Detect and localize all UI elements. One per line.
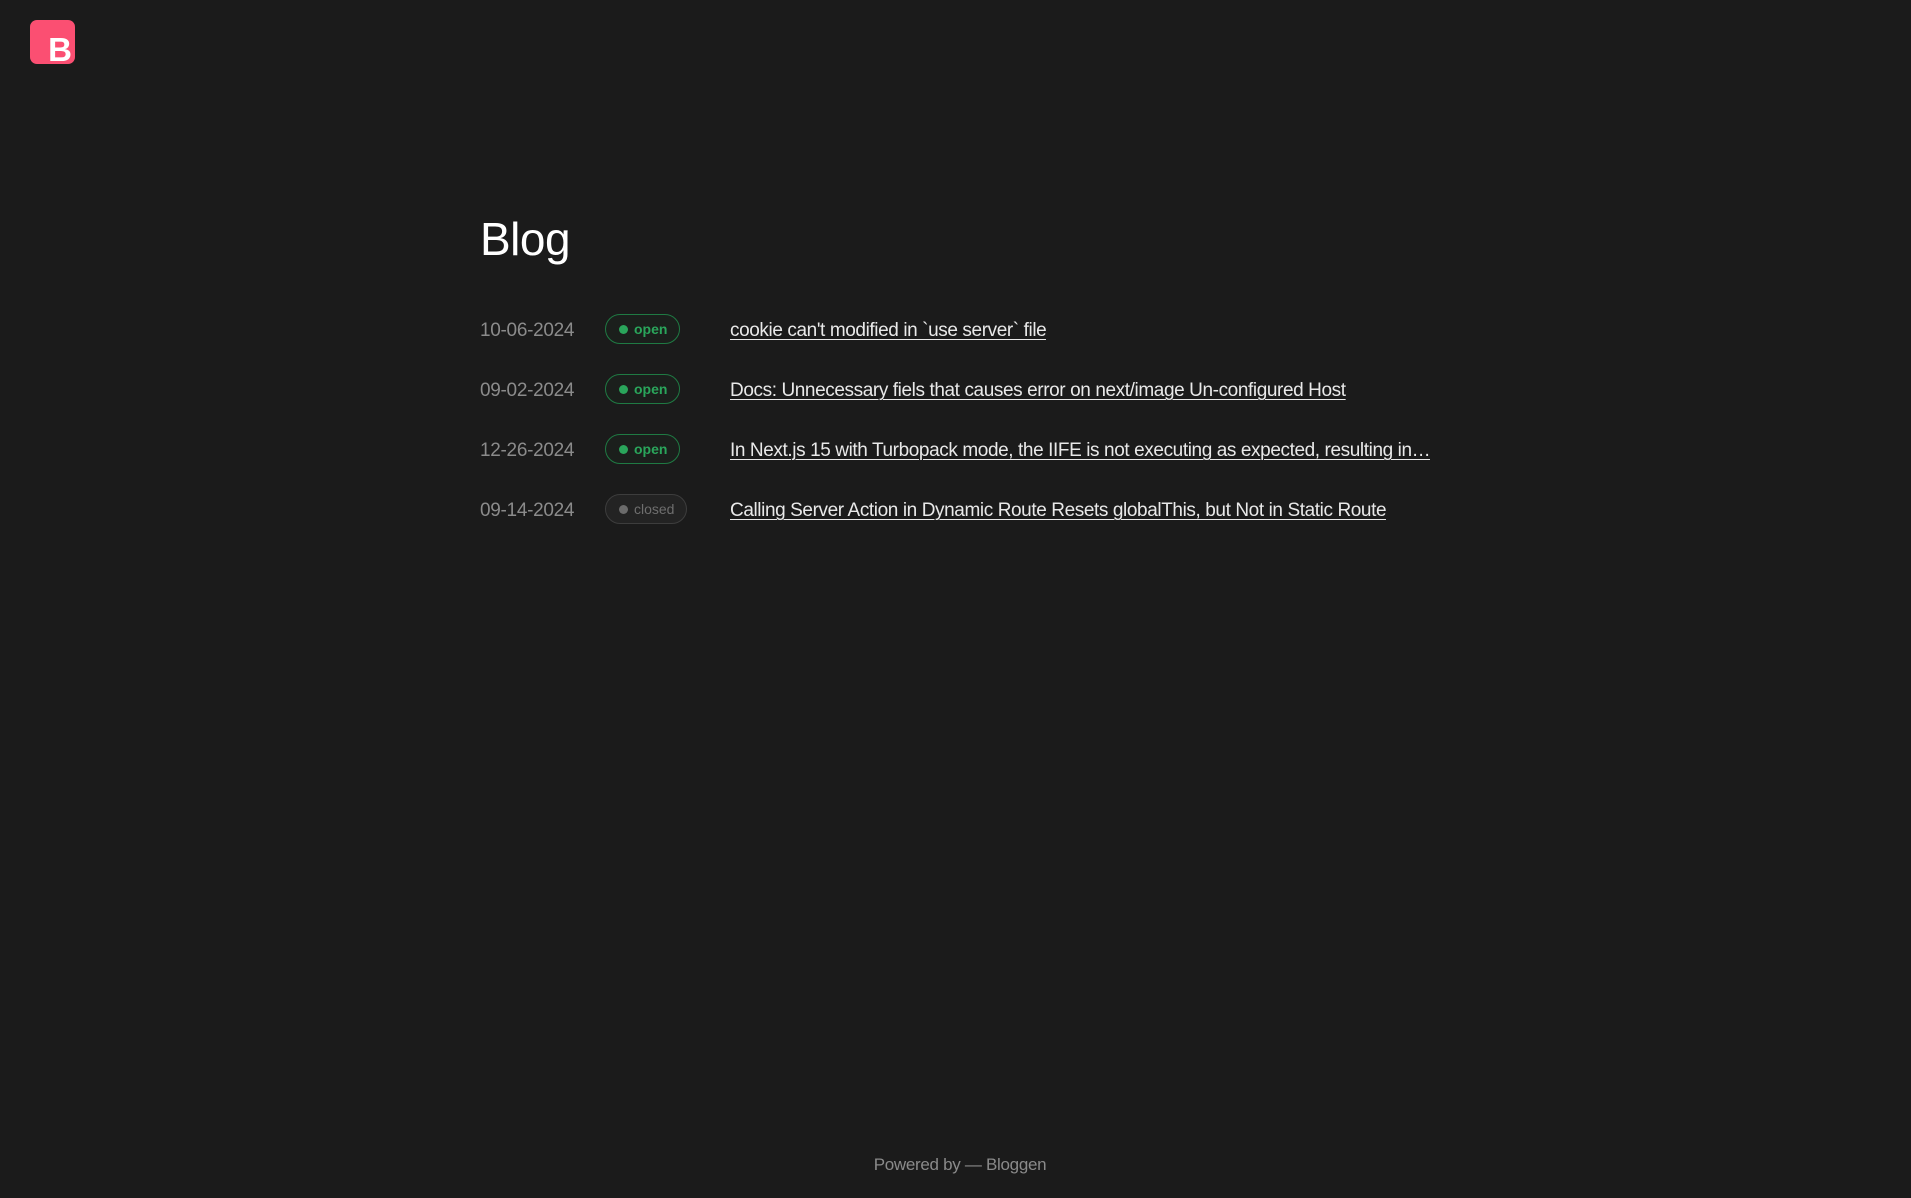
status-label: open xyxy=(634,441,668,457)
post-title-link[interactable]: Docs: Unnecessary fiels that causes erro… xyxy=(730,379,1346,403)
post-list: 10-06-2024 open cookie can't modified in… xyxy=(480,312,1480,552)
logo-home-link[interactable]: B xyxy=(30,20,75,68)
footer-powered-by: Powered by — Bloggen xyxy=(873,1155,1047,1174)
status-label: open xyxy=(634,321,668,337)
status-label: closed xyxy=(634,501,675,517)
post-date: 12-26-2024 xyxy=(480,440,575,461)
post-item: 12-26-2024 open In Next.js 15 with Turbo… xyxy=(480,432,1480,492)
status-badge: closed xyxy=(605,494,688,524)
status-dot-icon xyxy=(619,324,628,334)
post-date: 09-14-2024 xyxy=(480,500,575,521)
status-badge: open xyxy=(605,434,681,464)
logo-letter: B xyxy=(48,31,72,68)
post-date: 10-06-2024 xyxy=(480,320,575,341)
status-label: open xyxy=(634,381,668,397)
status-badge: open xyxy=(605,374,681,404)
post-title-link[interactable]: cookie can't modified in `use server` fi… xyxy=(730,319,1046,343)
status-dot-icon xyxy=(619,384,628,394)
status-badge: open xyxy=(605,314,681,344)
page-title: Blog xyxy=(480,213,571,265)
post-title-link[interactable]: In Next.js 15 with Turbopack mode, the I… xyxy=(730,439,1430,463)
post-item: 10-06-2024 open cookie can't modified in… xyxy=(480,312,1480,372)
page: B Blog 10-06-2024 open cookie can't modi… xyxy=(0,0,1911,1198)
post-item: 09-02-2024 open Docs: Unnecessary fiels … xyxy=(480,372,1480,432)
post-title-link[interactable]: Calling Server Action in Dynamic Route R… xyxy=(730,499,1386,523)
post-date: 09-02-2024 xyxy=(480,380,575,401)
status-dot-icon xyxy=(619,444,628,454)
post-item: 09-14-2024 closed Calling Server Action … xyxy=(480,492,1480,552)
status-dot-icon xyxy=(619,504,628,514)
